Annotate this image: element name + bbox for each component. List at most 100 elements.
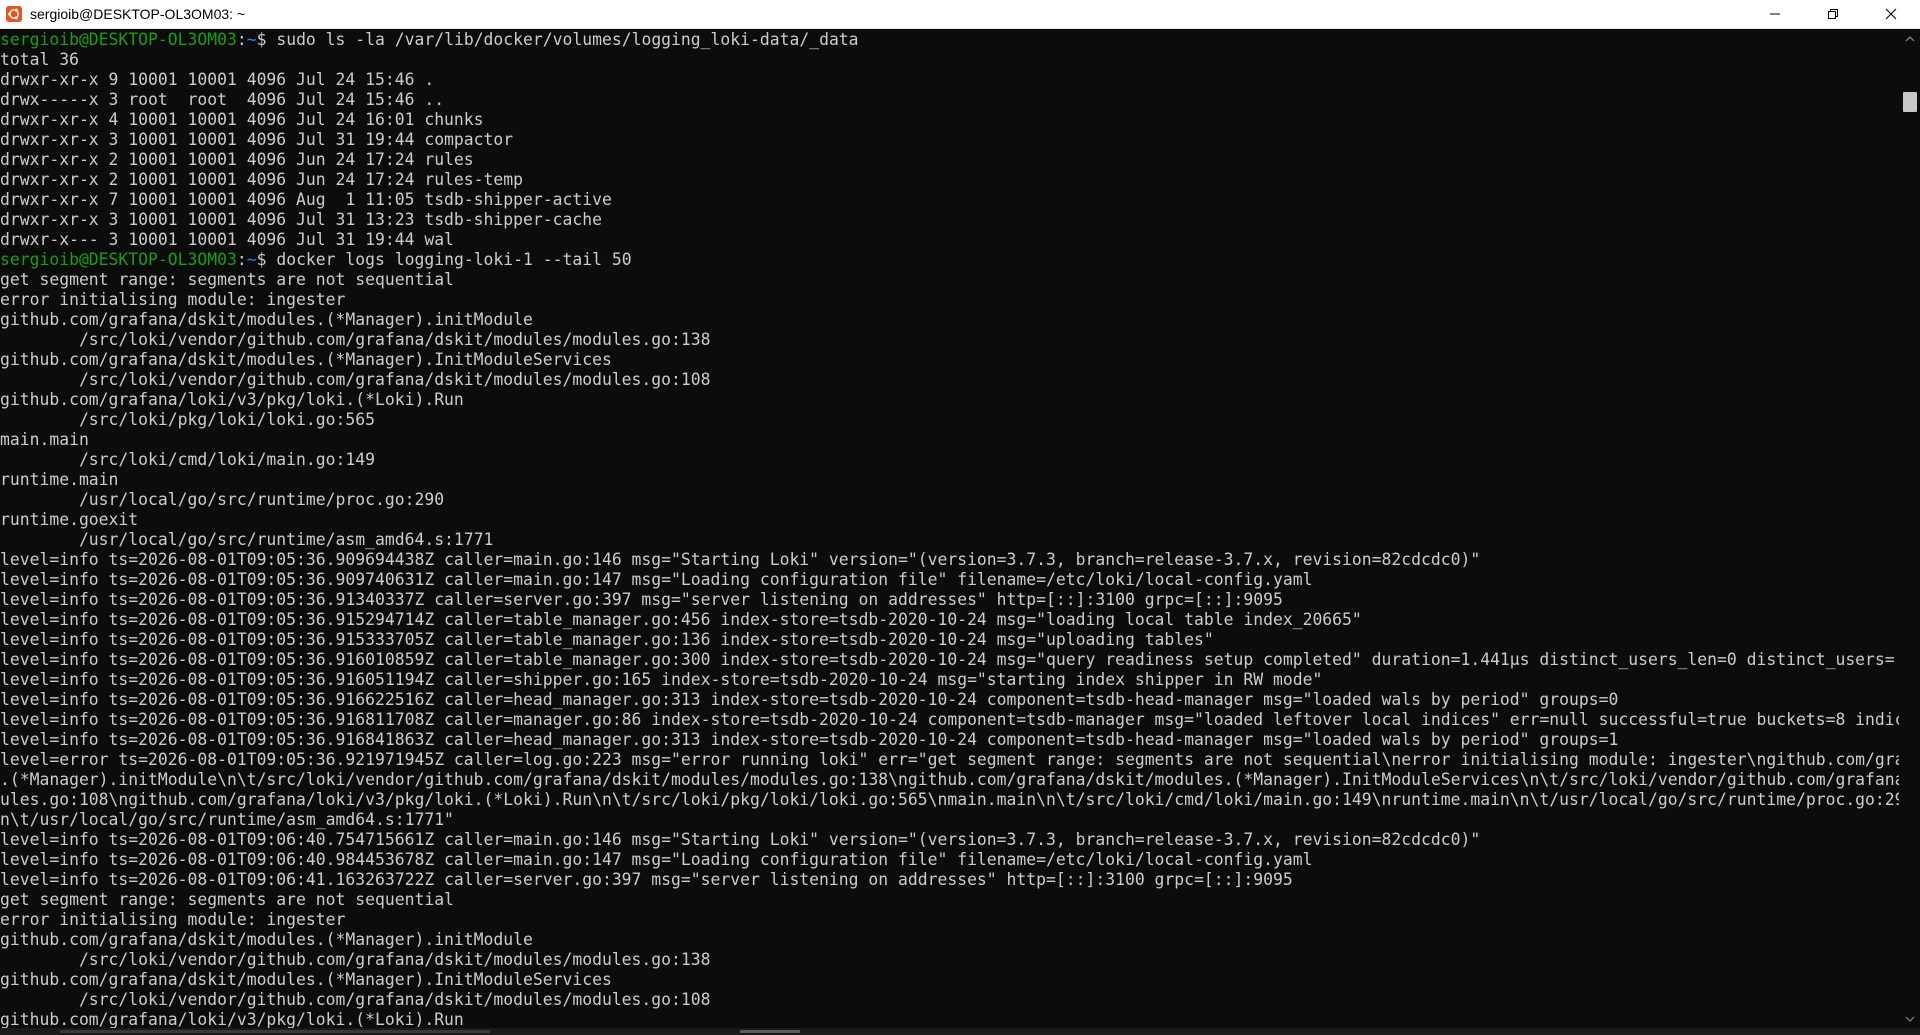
- window-title: sergioib@DESKTOP-OL3OM03: ~: [30, 6, 246, 22]
- output-text: /src/loki/vendor/github.com/grafana/dski…: [0, 370, 711, 389]
- output-line: /src/loki/vendor/github.com/grafana/dski…: [0, 370, 1899, 390]
- output-text: drwxr-xr-x 3 10001 10001 4096 Jul 31 13:…: [0, 210, 602, 229]
- output-line: ules.go:108\ngithub.com/grafana/loki/v3/…: [0, 790, 1899, 810]
- prompt-line: sergioib@DESKTOP-OL3OM03:~$ sudo ls -la …: [0, 30, 1899, 50]
- prompt-user: sergioib@DESKTOP-OL3OM03: [0, 30, 237, 49]
- output-text: /src/loki/cmd/loki/main.go:149: [0, 450, 375, 469]
- minimize-icon: [1770, 13, 1780, 15]
- output-line: github.com/grafana/dskit/modules.(*Manag…: [0, 930, 1899, 950]
- minimize-button[interactable]: [1746, 0, 1804, 28]
- output-text: level=info ts=2026-08-01T09:06:40.754715…: [0, 830, 1481, 849]
- output-text: github.com/grafana/loki/v3/pkg/loki.(*Lo…: [0, 390, 464, 409]
- output-line: error initialising module: ingester: [0, 290, 1899, 310]
- output-line: github.com/grafana/loki/v3/pkg/loki.(*Lo…: [0, 1010, 1899, 1028]
- output-text: /usr/local/go/src/runtime/proc.go:290: [0, 490, 445, 509]
- output-text: drwxr-xr-x 7 10001 10001 4096 Aug 1 11:0…: [0, 190, 612, 209]
- output-text: level=info ts=2026-08-01T09:05:36.916811…: [0, 710, 1899, 729]
- output-line: drwxr-xr-x 2 10001 10001 4096 Jun 24 17:…: [0, 150, 1899, 170]
- output-text: level=info ts=2026-08-01T09:05:36.909740…: [0, 570, 1313, 589]
- horizontal-scrollbar[interactable]: [0, 1028, 1920, 1035]
- close-icon: [1885, 8, 1897, 20]
- output-text: get segment range: segments are not sequ…: [0, 890, 454, 909]
- vertical-scrollbar[interactable]: [1900, 30, 1920, 1028]
- output-text: level=info ts=2026-08-01T09:05:36.916010…: [0, 650, 1895, 669]
- terminal-window: sergioib@DESKTOP-OL3OM03: ~ sergioib@DES…: [0, 0, 1920, 1035]
- output-line: level=info ts=2026-08-01T09:05:36.909740…: [0, 570, 1899, 590]
- output-line: level=info ts=2026-08-01T09:06:40.984453…: [0, 850, 1899, 870]
- output-text: drwxr-xr-x 4 10001 10001 4096 Jul 24 16:…: [0, 110, 484, 129]
- window-controls: [1746, 0, 1920, 28]
- ubuntu-icon[interactable]: [6, 6, 22, 22]
- chevron-up-icon: [1905, 36, 1915, 42]
- title-bar[interactable]: sergioib@DESKTOP-OL3OM03: ~: [0, 0, 1920, 29]
- output-line: drwxr-xr-x 3 10001 10001 4096 Jul 31 13:…: [0, 210, 1899, 230]
- output-line: /src/loki/cmd/loki/main.go:149: [0, 450, 1899, 470]
- output-line: get segment range: segments are not sequ…: [0, 270, 1899, 290]
- output-text: main.main: [0, 430, 89, 449]
- output-line: /src/loki/vendor/github.com/grafana/dski…: [0, 950, 1899, 970]
- output-line: /src/loki/vendor/github.com/grafana/dski…: [0, 330, 1899, 350]
- output-line: drwxr-xr-x 9 10001 10001 4096 Jul 24 15:…: [0, 70, 1899, 90]
- output-text: n\t/usr/local/go/src/runtime/asm_amd64.s…: [0, 810, 454, 829]
- output-line: drwxr-xr-x 3 10001 10001 4096 Jul 31 19:…: [0, 130, 1899, 150]
- output-line: level=info ts=2026-08-01T09:05:36.913403…: [0, 590, 1899, 610]
- close-button[interactable]: [1862, 0, 1920, 28]
- output-line: level=info ts=2026-08-01T09:05:36.909694…: [0, 550, 1899, 570]
- output-text: github.com/grafana/dskit/modules.(*Manag…: [0, 310, 533, 329]
- prompt-separator: :: [236, 30, 247, 49]
- output-line: /usr/local/go/src/runtime/proc.go:290: [0, 490, 1899, 510]
- output-text: error initialising module: ingester: [0, 910, 346, 929]
- output-text: /src/loki/vendor/github.com/grafana/dski…: [0, 990, 711, 1009]
- output-text: /src/loki/pkg/loki/loki.go:565: [0, 410, 375, 429]
- output-line: n\t/usr/local/go/src/runtime/asm_amd64.s…: [0, 810, 1899, 830]
- horizontal-scrollbar-thumb[interactable]: [60, 1030, 490, 1033]
- output-text: level=info ts=2026-08-01T09:06:40.984453…: [0, 850, 1313, 869]
- scrollbar-thumb[interactable]: [1903, 92, 1917, 112]
- output-line: level=info ts=2026-08-01T09:06:41.163263…: [0, 870, 1899, 890]
- output-line: github.com/grafana/dskit/modules.(*Manag…: [0, 350, 1899, 370]
- prompt-path: ~: [246, 250, 257, 269]
- output-line: level=info ts=2026-08-01T09:05:36.915333…: [0, 630, 1899, 650]
- output-text: drwxr-x--- 3 10001 10001 4096 Jul 31 19:…: [0, 230, 454, 249]
- output-line: github.com/grafana/dskit/modules.(*Manag…: [0, 310, 1899, 330]
- output-text: level=info ts=2026-08-01T09:05:36.916622…: [0, 690, 1619, 709]
- scroll-up-button[interactable]: [1900, 32, 1920, 46]
- output-line: drwx-----x 3 root root 4096 Jul 24 15:46…: [0, 90, 1899, 110]
- output-line: level=info ts=2026-08-01T09:05:36.916841…: [0, 730, 1899, 750]
- output-text: github.com/grafana/dskit/modules.(*Manag…: [0, 970, 612, 989]
- output-line: get segment range: segments are not sequ…: [0, 890, 1899, 910]
- scroll-down-button[interactable]: [1900, 1012, 1920, 1026]
- output-text: level=info ts=2026-08-01T09:05:36.909694…: [0, 550, 1481, 569]
- output-text: total 36: [0, 50, 79, 69]
- output-text: level=info ts=2026-08-01T09:05:36.915333…: [0, 630, 1214, 649]
- output-text: /usr/local/go/src/runtime/asm_amd64.s:17…: [0, 530, 494, 549]
- output-line: /src/loki/vendor/github.com/grafana/dski…: [0, 990, 1899, 1010]
- output-line: /src/loki/pkg/loki/loki.go:565: [0, 410, 1899, 430]
- output-text: github.com/grafana/loki/v3/pkg/loki.(*Lo…: [0, 1010, 464, 1028]
- output-text: get segment range: segments are not sequ…: [0, 270, 454, 289]
- output-text: /src/loki/vendor/github.com/grafana/dski…: [0, 950, 711, 969]
- output-text: level=error ts=2026-08-01T09:05:36.92197…: [0, 750, 1899, 769]
- output-line: drwxr-xr-x 2 10001 10001 4096 Jun 24 17:…: [0, 170, 1899, 190]
- output-line: drwxr-xr-x 7 10001 10001 4096 Aug 1 11:0…: [0, 190, 1899, 210]
- output-text: level=info ts=2026-08-01T09:05:36.916051…: [0, 670, 1323, 689]
- output-text: level=info ts=2026-08-01T09:05:36.916841…: [0, 730, 1619, 749]
- output-text: drwxr-xr-x 9 10001 10001 4096 Jul 24 15:…: [0, 70, 435, 89]
- output-line: drwxr-x--- 3 10001 10001 4096 Jul 31 19:…: [0, 230, 1899, 250]
- restore-icon: [1828, 9, 1838, 19]
- output-line: main.main: [0, 430, 1899, 450]
- output-text: .(*Manager).initModule\n\t/src/loki/vend…: [0, 770, 1899, 789]
- prompt-user: sergioib@DESKTOP-OL3OM03: [0, 250, 237, 269]
- output-line: level=info ts=2026-08-01T09:05:36.916622…: [0, 690, 1899, 710]
- output-text: runtime.main: [0, 470, 119, 489]
- maximize-button[interactable]: [1804, 0, 1862, 28]
- output-line: level=info ts=2026-08-01T09:06:40.754715…: [0, 830, 1899, 850]
- chevron-down-icon: [1905, 1016, 1915, 1022]
- output-text: error initialising module: ingester: [0, 290, 346, 309]
- output-line: level=error ts=2026-08-01T09:05:36.92197…: [0, 750, 1899, 770]
- output-line: error initialising module: ingester: [0, 910, 1899, 930]
- output-line: .(*Manager).initModule\n\t/src/loki/vend…: [0, 770, 1899, 790]
- output-text: github.com/grafana/dskit/modules.(*Manag…: [0, 930, 533, 949]
- output-text: ules.go:108\ngithub.com/grafana/loki/v3/…: [0, 790, 1899, 809]
- terminal-output[interactable]: sergioib@DESKTOP-OL3OM03:~$ sudo ls -la …: [0, 30, 1899, 1028]
